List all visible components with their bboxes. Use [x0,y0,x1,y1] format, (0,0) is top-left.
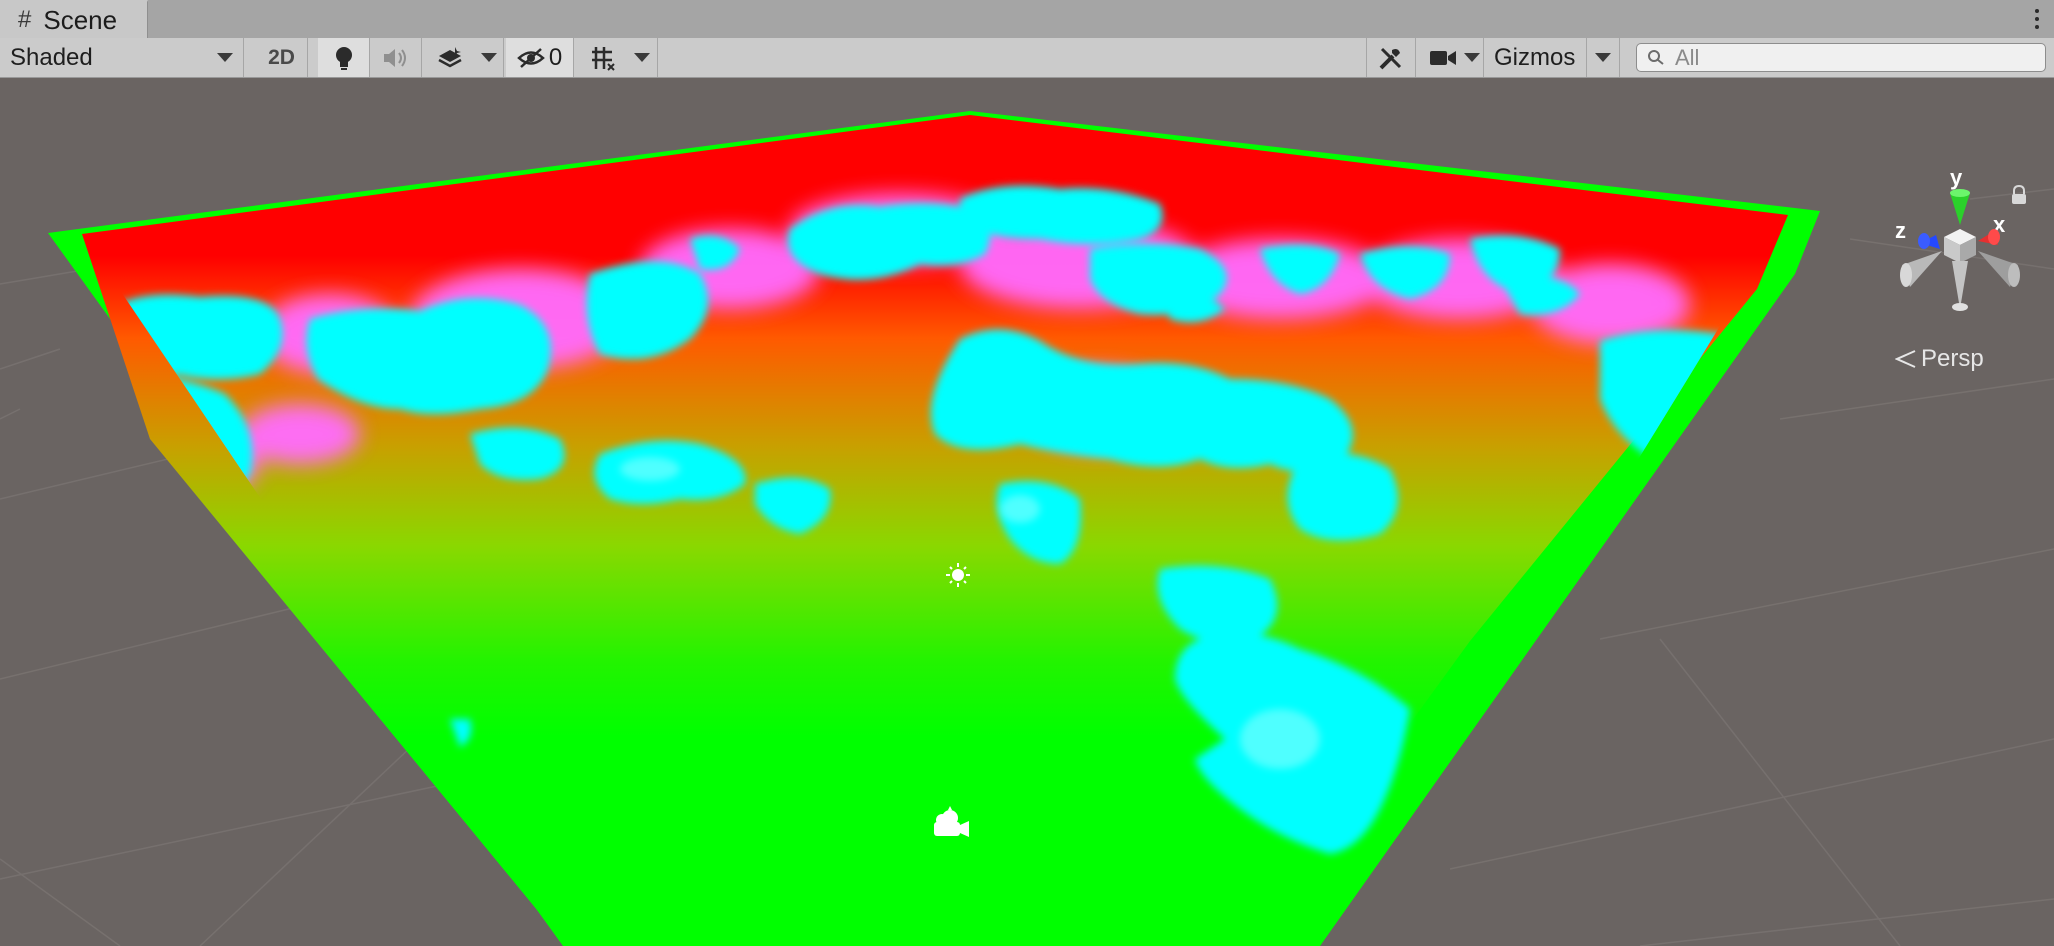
scene-visibility-toggle[interactable]: 0 [506,38,574,77]
speaker-icon [383,48,406,67]
chevron-down-icon [480,53,497,62]
hidden-eye-icon [516,47,545,68]
draw-mode-label: Shaded [10,43,93,71]
video-camera-icon [1430,50,1456,65]
camera-dropdown[interactable] [1460,38,1484,77]
gizmos-dropdown[interactable] [1586,38,1620,77]
lock-icon[interactable] [2010,184,2028,210]
tab-label: Scene [43,4,118,35]
more-options-icon[interactable] [2024,4,2050,34]
toggle-2d-button[interactable]: 2D [256,38,308,77]
tab-scene[interactable]: # Scene [0,0,148,38]
gizmos-button[interactable]: Gizmos [1486,38,1588,77]
grid-dropdown[interactable] [626,38,658,77]
terrain-plane [48,111,1820,946]
scene-render [0,111,2054,946]
chevron-down-icon [1463,53,1480,62]
grid-toggle[interactable] [576,38,628,77]
draw-mode-dropdown[interactable]: Shaded [0,38,244,77]
lighting-toggle[interactable] [318,38,370,77]
scene-toolbar: Shaded 2D 0 Gizmos All [0,38,2054,78]
axis-y-label: y [1950,169,1963,190]
effects-toggle[interactable] [424,38,476,77]
search-input[interactable] [1673,43,2017,72]
effects-dropdown[interactable] [474,38,504,77]
chevron-down-icon [1595,53,1611,62]
scene-viewport[interactable]: y x z Persp [0,79,2054,946]
lightbulb-icon [335,46,352,70]
axis-z-label: z [1895,218,1906,243]
tools-icon [1379,47,1402,69]
scene-window: # Scene Shaded 2D 0 Gizmos All y x z Per… [0,0,2054,946]
layers-icon [438,46,462,67]
scene-tools-toggle[interactable] [1366,38,1416,77]
search-icon [1648,49,1664,65]
hidden-count: 0 [548,43,563,71]
search-field[interactable] [1636,43,2046,72]
hash-icon: # [18,6,32,33]
gizmos-label: Gizmos [1494,43,1576,71]
projection-label: Persp [1921,345,1984,372]
grid-icon [592,46,615,71]
chevron-down-icon [633,53,650,62]
chevron-down-icon [217,53,233,62]
perspective-chevron-icon [1895,350,1916,368]
audio-toggle[interactable] [370,38,422,77]
projection-toggle[interactable]: Persp [1895,345,1984,373]
tab-bar: # Scene [0,0,2054,39]
